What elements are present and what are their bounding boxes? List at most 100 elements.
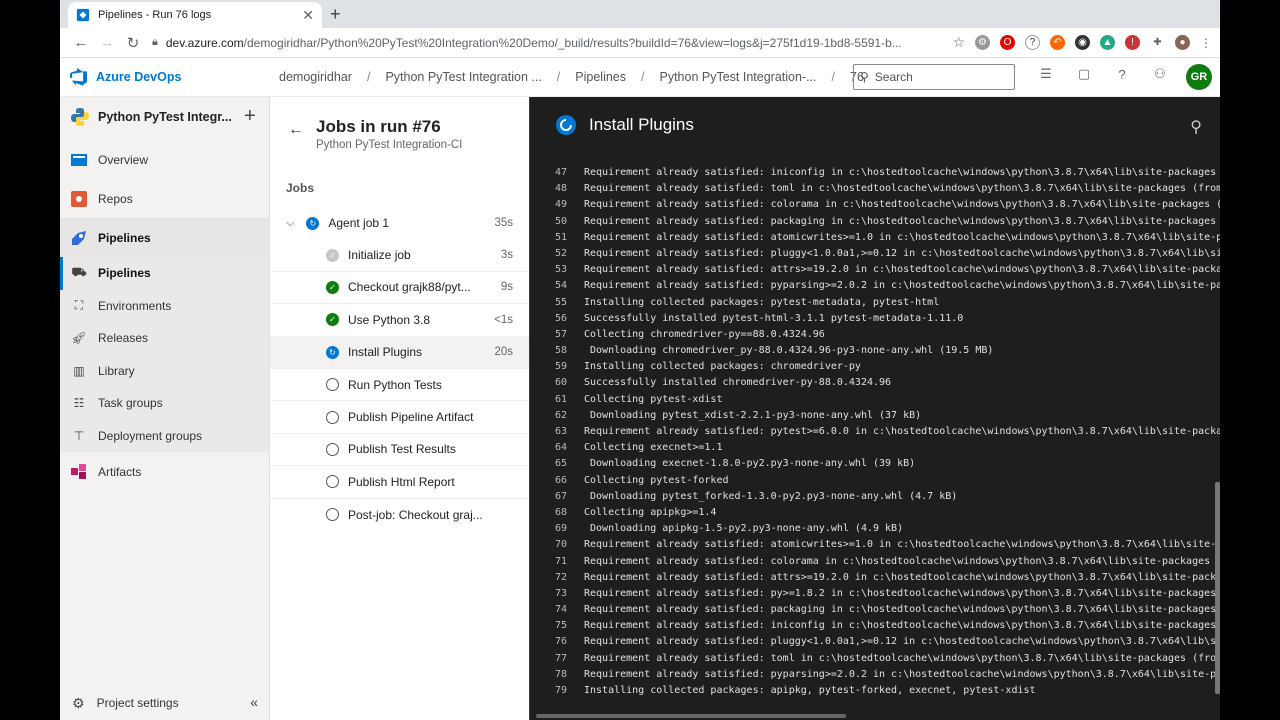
search-icon: ⚲ xyxy=(860,70,869,84)
chevron-down-icon[interactable]: ⌵ xyxy=(286,217,294,230)
log-line: 64 Collecting execnet>=1.1 xyxy=(530,440,1220,456)
log-line-number: 51 xyxy=(554,231,567,243)
log-line-text: Downloading pytest_xdist-2.2.1-py3-none-… xyxy=(584,409,922,421)
log-line: 67 Downloading pytest_forked-1.3.0-py2.p… xyxy=(530,489,1220,505)
search-icon[interactable]: ⚲ xyxy=(1190,117,1202,137)
profile-avatar-icon[interactable]: ● xyxy=(1175,35,1190,50)
log-line-number: 75 xyxy=(554,620,567,632)
jobs-header: ← Jobs in run #76 Python PyTest Integrat… xyxy=(288,117,462,151)
nav-artifacts[interactable]: Artifacts xyxy=(60,452,269,491)
log-line: 76 Requirement already satisfied: pluggy<… xyxy=(530,634,1220,650)
job-step[interactable]: Publish Html Report xyxy=(270,466,529,499)
nav-label: Task groups xyxy=(98,396,163,411)
breadcrumb-org[interactable]: demogiridhar xyxy=(279,70,352,84)
library-icon: ▥ xyxy=(73,363,85,378)
back-arrow-icon[interactable]: ← xyxy=(288,121,304,151)
log-line-text: Installing collected packages: chromedri… xyxy=(584,361,861,373)
running-status-icon: ↻ xyxy=(326,345,339,359)
new-tab-button[interactable]: + xyxy=(330,4,341,25)
nav-deployment-groups[interactable]: ⊤ Deployment groups xyxy=(60,419,269,452)
extension-dark-icon[interactable]: ◉ xyxy=(1075,35,1090,50)
nav-label: Artifacts xyxy=(98,464,142,479)
job-step[interactable]: Post-job: Checkout graj... xyxy=(270,499,529,531)
log-line: 59 Installing collected packages: chromed… xyxy=(530,359,1220,375)
log-line: 48 Requirement already satisfied: toml in… xyxy=(530,181,1220,197)
log-line-text: Requirement already satisfied: attrs>=19… xyxy=(584,264,1220,276)
log-line: 62 Downloading pytest_xdist-2.2.1-py3-no… xyxy=(530,408,1220,424)
list-icon[interactable]: ☰ xyxy=(1036,66,1056,82)
extension-opera-icon[interactable]: O xyxy=(1000,35,1015,50)
pipelines-sub-icon: ⛟ xyxy=(71,265,87,280)
step-duration: <1s xyxy=(494,313,513,326)
job-step[interactable]: ✓ Checkout grajk88/pyt... 9s xyxy=(270,272,529,305)
ado-logo[interactable]: Azure DevOps xyxy=(70,68,181,86)
back-icon[interactable]: ← xyxy=(68,34,94,51)
nav-releases[interactable]: 🚀︎ Releases xyxy=(60,322,269,355)
job-step[interactable]: Publish Pipeline Artifact xyxy=(270,401,529,434)
log-line-number: 58 xyxy=(554,345,567,357)
project-header[interactable]: Python PyTest Integr... + xyxy=(60,97,269,137)
log-line-text: Requirement already satisfied: colorama … xyxy=(584,555,1220,567)
job-step-selected[interactable]: ↻ Install Plugins 20s xyxy=(270,336,529,369)
breadcrumb-pipelines[interactable]: Pipelines xyxy=(575,70,626,84)
log-line-text: Requirement already satisfied: toml in c… xyxy=(584,652,1220,664)
help-icon[interactable]: ? xyxy=(1112,67,1132,82)
log-line-text: Collecting pytest-forked xyxy=(584,474,729,486)
log-line-number: 54 xyxy=(554,280,567,292)
nav-library[interactable]: ▥ Library xyxy=(60,354,269,387)
deployment-groups-icon: ⊤ xyxy=(73,428,85,443)
log-line-number: 60 xyxy=(554,377,567,389)
job-step[interactable]: Publish Test Results xyxy=(270,434,529,467)
job-step[interactable]: ✓ Use Python 3.8 <1s xyxy=(270,304,529,337)
nav-environments[interactable]: ⛶ Environments xyxy=(60,289,269,322)
breadcrumb-project[interactable]: Python PyTest Integration ... xyxy=(385,70,541,84)
log-line-text: Installing collected packages: apipkg, p… xyxy=(584,685,1036,696)
overview-icon xyxy=(70,151,88,169)
log-line-number: 56 xyxy=(554,312,567,324)
nav-label: Pipelines xyxy=(98,230,151,245)
log-header: Install Plugins xyxy=(556,115,694,135)
pipeline-name: Python PyTest Integration-CI xyxy=(316,139,463,151)
forward-icon[interactable]: → xyxy=(94,34,120,51)
reload-icon[interactable]: ↻ xyxy=(120,34,146,52)
nav-task-groups[interactable]: ☷ Task groups xyxy=(60,387,269,420)
skipped-status-icon: ✓ xyxy=(326,248,339,262)
nav-sub-pipelines[interactable]: ⛟ Pipelines xyxy=(60,257,269,290)
vertical-scrollbar[interactable] xyxy=(1215,482,1220,694)
add-icon[interactable]: + xyxy=(244,105,256,128)
shopping-bag-icon[interactable]: ▢ xyxy=(1074,66,1094,82)
nav-pipelines[interactable]: Pipelines xyxy=(60,218,269,257)
extension-arrow-icon[interactable]: ↶ xyxy=(1050,35,1065,50)
browser-menu-icon[interactable]: ⋮ xyxy=(1200,36,1212,50)
project-settings[interactable]: ⚙ Project settings « xyxy=(60,686,270,720)
job-step[interactable]: ✓ Initialize job 3s xyxy=(270,239,529,272)
log-output[interactable]: 47 Requirement already satisfied: iniconf… xyxy=(530,159,1220,704)
nav-label: Overview xyxy=(98,152,149,167)
search-input[interactable]: ⚲ Search xyxy=(853,64,1015,90)
success-status-icon: ✓ xyxy=(326,313,339,327)
close-tab-icon[interactable]: ✕ xyxy=(302,7,314,24)
job-step[interactable]: Run Python Tests xyxy=(270,369,529,402)
browser-window: Pipelines - Run 76 logs ✕ + ← → ↻ 🔒︎ dev… xyxy=(60,0,1220,720)
step-label: Run Python Tests xyxy=(348,377,442,392)
extension-shield-icon[interactable]: ▲ xyxy=(1100,35,1115,50)
extension-red-icon[interactable]: ! xyxy=(1125,35,1140,50)
log-line: 49 Requirement already satisfied: coloram… xyxy=(530,197,1220,213)
agent-job[interactable]: ⌵ ↻ Agent job 1 35s xyxy=(270,207,529,239)
collapse-nav-icon[interactable]: « xyxy=(250,694,258,710)
nav-overview[interactable]: Overview xyxy=(60,140,269,179)
user-settings-icon[interactable]: ⚇ xyxy=(1150,66,1170,82)
breadcrumb-pipeline[interactable]: Python PyTest Integration-... xyxy=(660,70,817,84)
log-line: 60 Successfully installed chromedriver-py… xyxy=(530,375,1220,391)
horizontal-scrollbar[interactable] xyxy=(536,714,846,718)
avatar[interactable]: GR xyxy=(1186,64,1212,90)
project-name: Python PyTest Integr... xyxy=(98,110,232,124)
nav-repos[interactable]: Repos xyxy=(60,179,269,218)
log-line-number: 67 xyxy=(554,490,567,502)
extension-code-icon[interactable]: ? xyxy=(1025,35,1040,50)
url-input[interactable]: 🔒︎ dev.azure.com/demogiridhar/Python%20P… xyxy=(152,30,952,56)
extensions-puzzle-icon[interactable]: ✚ xyxy=(1150,35,1165,50)
bookmark-star-icon[interactable]: ☆ xyxy=(952,34,965,51)
browser-tab[interactable]: Pipelines - Run 76 logs ✕ xyxy=(68,2,322,28)
extension-gear-icon[interactable]: ⚙ xyxy=(975,35,990,50)
